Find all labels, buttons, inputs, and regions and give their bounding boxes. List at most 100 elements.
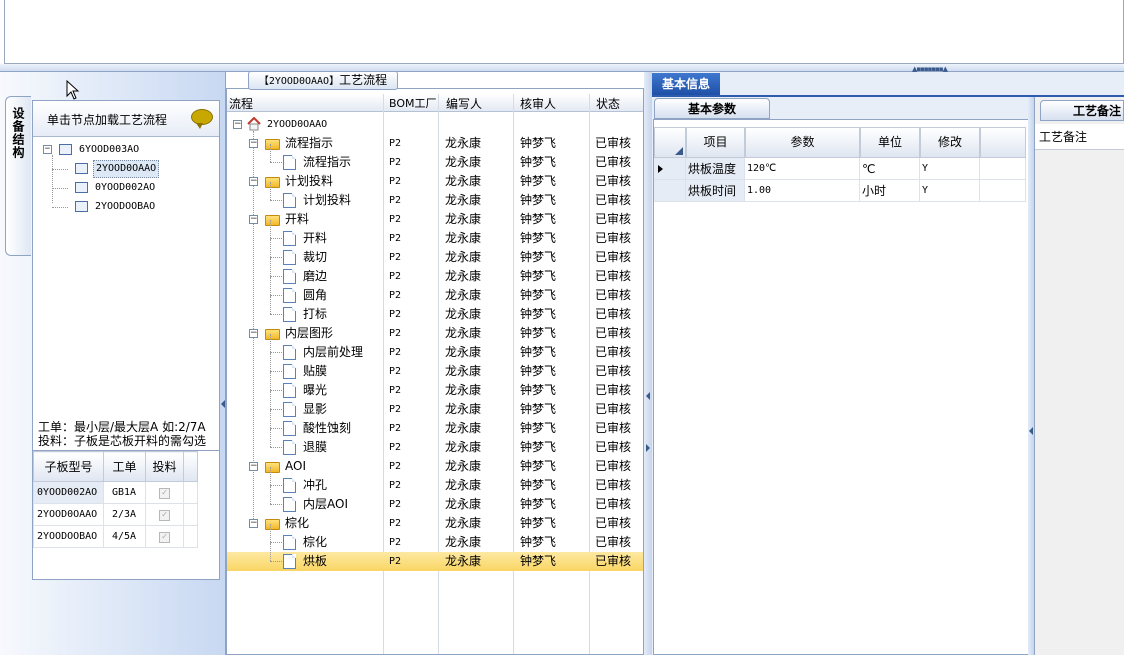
- collapse-toggle-icon[interactable]: −: [43, 145, 52, 154]
- tree-connector: [270, 543, 271, 561]
- table-row[interactable]: 2YOOD0OAAO 2/3A ✓: [33, 503, 198, 526]
- bom-factory: P2: [389, 328, 402, 339]
- process-row[interactable]: 裁切 P2 龙永康 钟梦飞 已审核: [227, 239, 643, 267]
- reviewer: 钟梦飞: [520, 288, 557, 302]
- expand-arrow-icon[interactable]: [646, 444, 650, 452]
- column-header[interactable]: 核审人: [520, 95, 556, 112]
- writer: 龙永康: [445, 193, 482, 207]
- column-header[interactable]: 流程: [229, 95, 253, 112]
- tree-connector: [270, 486, 271, 504]
- collapse-toggle-icon[interactable]: −: [249, 329, 258, 338]
- writer: 龙永康: [445, 212, 482, 226]
- collapse-toggle-icon[interactable]: −: [249, 462, 258, 471]
- process-row[interactable]: 显影 P2 龙永康 钟梦飞 已审核: [227, 391, 643, 419]
- process-flow-panel: 流程 BOM工厂 编写人 核审人 状态 −2YOOD0OAAO − 流程指示 P2 龙永康 钟梦飞…: [226, 88, 644, 655]
- document-icon: [283, 307, 296, 322]
- column-header[interactable]: 项目: [686, 127, 745, 158]
- process-row[interactable]: 打标 P2 龙永康 钟梦飞 已审核: [227, 296, 643, 324]
- param-row[interactable]: 烘板时间 1.00 小时 Y: [654, 180, 1026, 202]
- reviewer: 钟梦飞: [520, 516, 557, 530]
- column-header[interactable]: 编写人: [446, 95, 482, 112]
- table-row[interactable]: 2YOODOOBAO 4/5A ✓: [33, 525, 198, 548]
- feed-checkbox[interactable]: ✓: [159, 487, 170, 499]
- tree-connector: [270, 239, 271, 257]
- column-header[interactable]: 修改: [920, 127, 980, 158]
- collapse-left-arrow-icon[interactable]: [221, 400, 225, 408]
- process-step-name: 内层前处理: [303, 345, 364, 359]
- writer: 龙永康: [445, 231, 482, 245]
- process-row[interactable]: 酸性蚀刻 P2 龙永康 钟梦飞 已审核: [227, 410, 643, 438]
- process-row[interactable]: 计划投料 P2 龙永康 钟梦飞 已审核: [227, 182, 643, 210]
- caption-text: 工艺流程: [339, 73, 388, 87]
- vertical-tab-device-structure[interactable]: 设备结构: [5, 96, 31, 256]
- table-row[interactable]: 0YOOD002AO GB1A ✓: [33, 481, 198, 504]
- process-row[interactable]: 曝光 P2 龙永康 钟梦飞 已审核: [227, 372, 643, 400]
- process-row[interactable]: 开料 P2 龙永康 钟梦飞 已审核: [227, 220, 643, 248]
- grid-header[interactable]: 投料: [145, 451, 184, 482]
- status: 已审核: [595, 402, 632, 416]
- process-row[interactable]: − 流程指示 P2 龙永康 钟梦飞 已审核: [227, 134, 643, 153]
- process-row[interactable]: − 计划投料 P2 龙永康 钟梦飞 已审核: [227, 172, 643, 191]
- param-cell-param[interactable]: 1.00: [745, 180, 860, 202]
- document-icon: [283, 231, 296, 246]
- hint-line-feed: 投料：子板是芯板开料的需勾选: [38, 434, 207, 448]
- reviewer: 钟梦飞: [520, 136, 557, 150]
- process-row[interactable]: 棕化 P2 龙永康 钟梦飞 已审核: [227, 524, 643, 552]
- process-step-name: 曝光: [303, 383, 328, 397]
- document-icon: [283, 478, 296, 493]
- folder-icon: [265, 177, 280, 188]
- collapse-arrow-icon[interactable]: [646, 392, 650, 400]
- process-row[interactable]: 冲孔 P2 龙永康 钟梦飞 已审核: [227, 467, 643, 495]
- param-row[interactable]: 烘板温度 120℃ ℃ Y: [654, 158, 1026, 180]
- writer: 龙永康: [445, 307, 482, 321]
- process-row[interactable]: 流程指示 P2 龙永康 钟梦飞 已审核: [227, 144, 643, 172]
- document-icon: [283, 155, 296, 170]
- bom-factory: P2: [389, 499, 402, 510]
- tab-basic-info[interactable]: 基本信息: [652, 73, 720, 95]
- tab-basic-params[interactable]: 基本参数: [654, 98, 770, 119]
- process-row[interactable]: 内层AOI P2 龙永康 钟梦飞 已审核: [227, 486, 643, 514]
- process-row[interactable]: 磨边 P2 龙永康 钟梦飞 已审核: [227, 258, 643, 286]
- process-row[interactable]: 退膜 P2 龙永康 钟梦飞 已审核: [227, 429, 643, 457]
- tree-connector: [270, 485, 282, 486]
- process-row[interactable]: 烘板 P2 龙永康 钟梦飞 已审核: [227, 543, 643, 571]
- top-content-area: [4, 0, 1124, 64]
- reviewer: 钟梦飞: [520, 554, 557, 568]
- middle-right-splitter[interactable]: [644, 72, 652, 655]
- grid-header[interactable]: 子板型号: [33, 451, 104, 482]
- process-row[interactable]: − AOI P2 龙永康 钟梦飞 已审核: [227, 457, 643, 476]
- horizontal-splitter[interactable]: [0, 64, 1124, 72]
- collapse-toggle-icon[interactable]: −: [249, 177, 258, 186]
- status: 已审核: [595, 459, 632, 473]
- tree-connector: [270, 314, 282, 315]
- folder-icon: [265, 215, 280, 226]
- collapse-arrow-icon[interactable]: [1029, 427, 1033, 435]
- basic-params-grid: 项目 参数 单位 修改 烘板温度 120℃ ℃ Y 烘板时间 1.00 小时 Y: [653, 119, 1030, 655]
- collapse-toggle-icon[interactable]: −: [249, 139, 258, 148]
- vertical-tab-label: 设备结构: [11, 107, 25, 159]
- process-row[interactable]: 圆角 P2 龙永康 钟梦飞 已审核: [227, 277, 643, 305]
- feed-checkbox[interactable]: ✓: [159, 531, 170, 543]
- reviewer: 钟梦飞: [520, 307, 557, 321]
- collapse-toggle-icon[interactable]: −: [249, 519, 258, 528]
- status: 已审核: [595, 383, 632, 397]
- collapse-toggle-icon[interactable]: −: [233, 120, 242, 129]
- process-step-name: 流程指示: [303, 155, 352, 169]
- board-icon: [59, 144, 72, 155]
- collapse-toggle-icon[interactable]: −: [249, 215, 258, 224]
- process-row[interactable]: − 棕化 P2 龙永康 钟梦飞 已审核: [227, 514, 643, 533]
- param-cell-param[interactable]: 120℃: [745, 158, 860, 180]
- process-row[interactable]: 内层前处理 P2 龙永康 钟梦飞 已审核: [227, 334, 643, 362]
- process-row[interactable]: 贴膜 P2 龙永康 钟梦飞 已审核: [227, 353, 643, 381]
- tab-process-notes[interactable]: 工艺备注: [1040, 100, 1124, 121]
- column-header[interactable]: BOM工厂: [389, 95, 437, 111]
- feed-checkbox[interactable]: ✓: [159, 509, 170, 521]
- process-row[interactable]: − 内层图形 P2 龙永康 钟梦飞 已审核: [227, 324, 643, 343]
- grid-header[interactable]: 工单: [103, 451, 146, 482]
- tree-root-row[interactable]: − 2YOOD0OAAO: [227, 115, 643, 134]
- column-header[interactable]: 单位: [860, 127, 920, 158]
- process-step-name: 棕化: [303, 535, 328, 549]
- process-row[interactable]: − 开料 P2 龙永康 钟梦飞 已审核: [227, 210, 643, 229]
- column-header[interactable]: 状态: [596, 95, 620, 112]
- column-header[interactable]: 参数: [745, 127, 860, 158]
